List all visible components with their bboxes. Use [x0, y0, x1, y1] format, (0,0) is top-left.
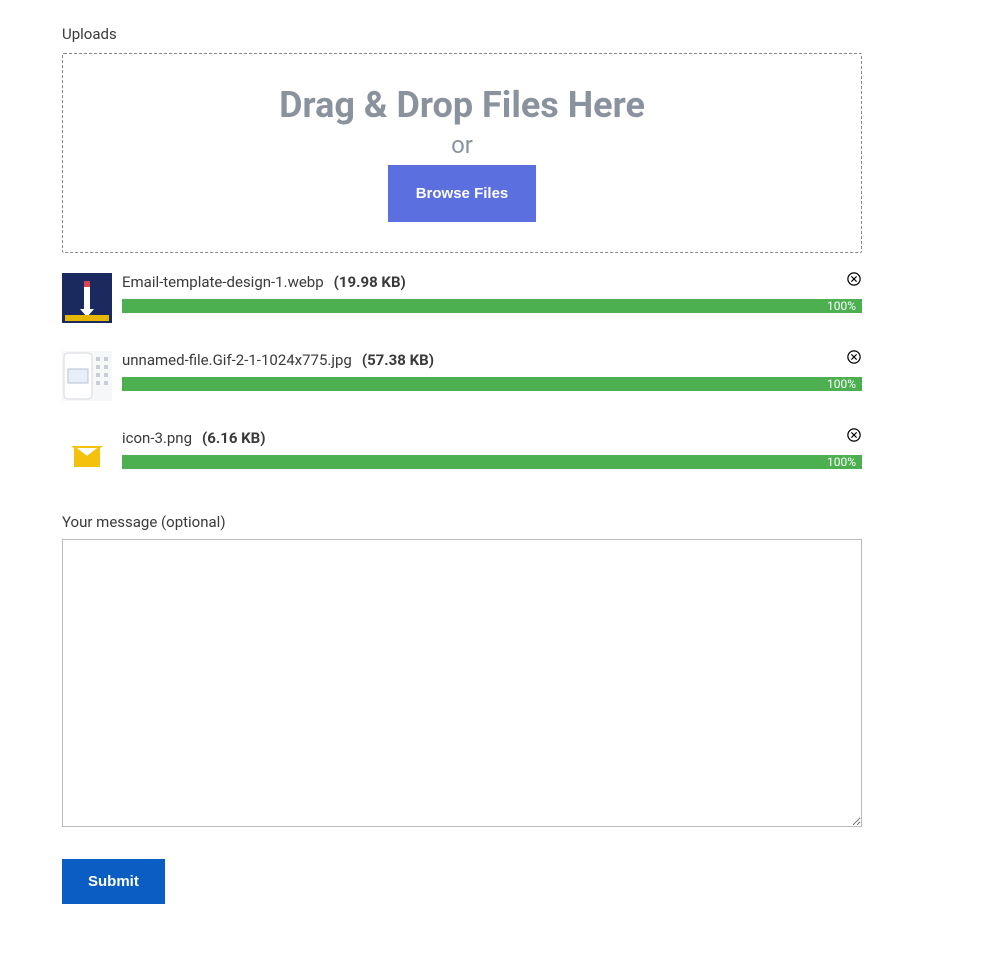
uploads-label: Uploads: [62, 25, 934, 43]
upload-list: Email-template-design-1.webp 19.98 KB 10…: [62, 273, 862, 479]
dropzone[interactable]: Drag & Drop Files Here or Browse Files: [62, 53, 862, 253]
progress-percent: 100%: [827, 455, 856, 469]
upload-progress-bar: 100%: [122, 377, 862, 391]
file-thumbnail: [62, 351, 112, 401]
file-size: 57.38 KB: [362, 351, 434, 369]
upload-progress-bar: 100%: [122, 455, 862, 469]
message-textarea[interactable]: [62, 539, 862, 827]
submit-button[interactable]: Submit: [62, 859, 165, 904]
upload-item: unnamed-file.Gif-2-1-1024x775.jpg 57.38 …: [62, 351, 862, 401]
file-size: 19.98 KB: [334, 273, 406, 291]
file-name: Email-template-design-1.webp: [122, 273, 324, 291]
upload-progress-bar: 100%: [122, 299, 862, 313]
file-size: 6.16 KB: [202, 429, 266, 447]
progress-percent: 100%: [827, 299, 856, 313]
progress-percent: 100%: [827, 377, 856, 391]
browse-files-button[interactable]: Browse Files: [388, 165, 537, 222]
close-circle-icon: [847, 272, 861, 286]
file-name: unnamed-file.Gif-2-1-1024x775.jpg: [122, 351, 352, 369]
message-label: Your message (optional): [62, 513, 934, 531]
remove-file-button[interactable]: [846, 271, 862, 287]
file-thumbnail: [62, 429, 112, 479]
remove-file-button[interactable]: [846, 427, 862, 443]
dropzone-title: Drag & Drop Files Here: [279, 84, 645, 127]
upload-item: Email-template-design-1.webp 19.98 KB 10…: [62, 273, 862, 323]
close-circle-icon: [847, 350, 861, 364]
dropzone-or: or: [451, 131, 473, 159]
upload-item: icon-3.png 6.16 KB 100%: [62, 429, 862, 479]
file-name: icon-3.png: [122, 429, 192, 447]
remove-file-button[interactable]: [846, 349, 862, 365]
close-circle-icon: [847, 428, 861, 442]
file-thumbnail: [62, 273, 112, 323]
